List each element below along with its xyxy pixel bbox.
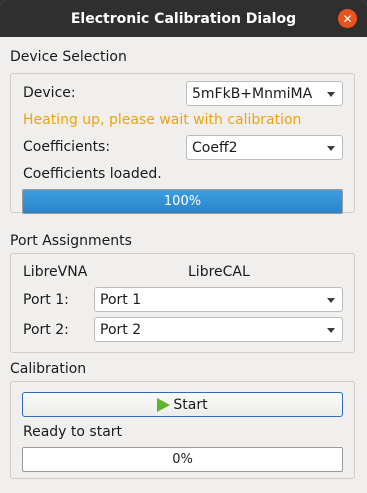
- dialog-content: Device Selection Device: 5mFkB+MnmiMA He…: [0, 37, 367, 493]
- coefficients-progress-bar: 100%: [22, 189, 343, 214]
- start-button[interactable]: Start: [22, 392, 343, 417]
- chevron-down-icon: [327, 92, 335, 97]
- port-2-select[interactable]: Port 2: [94, 317, 343, 342]
- close-button[interactable]: ✕: [338, 9, 357, 28]
- port-assignments-heading: Port Assignments: [10, 233, 132, 249]
- librecal-column-header: LibreCAL: [188, 264, 250, 280]
- progress-text: 0%: [172, 452, 193, 467]
- heating-warning: Heating up, please wait with calibration: [23, 112, 302, 128]
- port-2-label: Port 2:: [23, 322, 69, 338]
- title-bar[interactable]: Electronic Calibration Dialog ✕: [0, 0, 367, 37]
- port-2-select-value: Port 2: [100, 321, 142, 338]
- electronic-calibration-dialog: Electronic Calibration Dialog ✕ Device S…: [0, 0, 367, 493]
- coefficients-select-value: Coeff2: [192, 139, 238, 156]
- close-icon: ✕: [342, 11, 353, 26]
- device-select[interactable]: 5mFkB+MnmiMA: [186, 81, 343, 106]
- calibration-status: Ready to start: [23, 424, 123, 440]
- port-1-select[interactable]: Port 1: [94, 287, 343, 312]
- device-selection-heading: Device Selection: [10, 49, 127, 65]
- calibration-progress-bar: 0%: [22, 447, 343, 472]
- window-title: Electronic Calibration Dialog: [70, 10, 297, 27]
- device-select-value: 5mFkB+MnmiMA: [192, 85, 313, 102]
- coefficients-label: Coefficients:: [23, 139, 111, 155]
- chevron-down-icon: [327, 328, 335, 333]
- play-icon: [157, 397, 171, 412]
- chevron-down-icon: [327, 146, 335, 151]
- coefficients-select[interactable]: Coeff2: [186, 135, 343, 160]
- progress-text: 100%: [163, 194, 202, 209]
- port-assignments-group: LibreVNA LibreCAL Port 1: Port 1 Port 2:…: [10, 253, 355, 353]
- device-label: Device:: [23, 85, 76, 101]
- chevron-down-icon: [327, 298, 335, 303]
- calibration-group: Start Ready to start 0%: [10, 381, 355, 479]
- librevna-column-header: LibreVNA: [23, 264, 88, 280]
- device-selection-group: Device: 5mFkB+MnmiMA Heating up, please …: [10, 73, 355, 214]
- calibration-heading: Calibration: [10, 361, 87, 377]
- coefficients-status: Coefficients loaded.: [23, 166, 162, 182]
- port-1-select-value: Port 1: [100, 291, 142, 308]
- port-1-label: Port 1:: [23, 292, 69, 308]
- start-button-label: Start: [173, 396, 208, 413]
